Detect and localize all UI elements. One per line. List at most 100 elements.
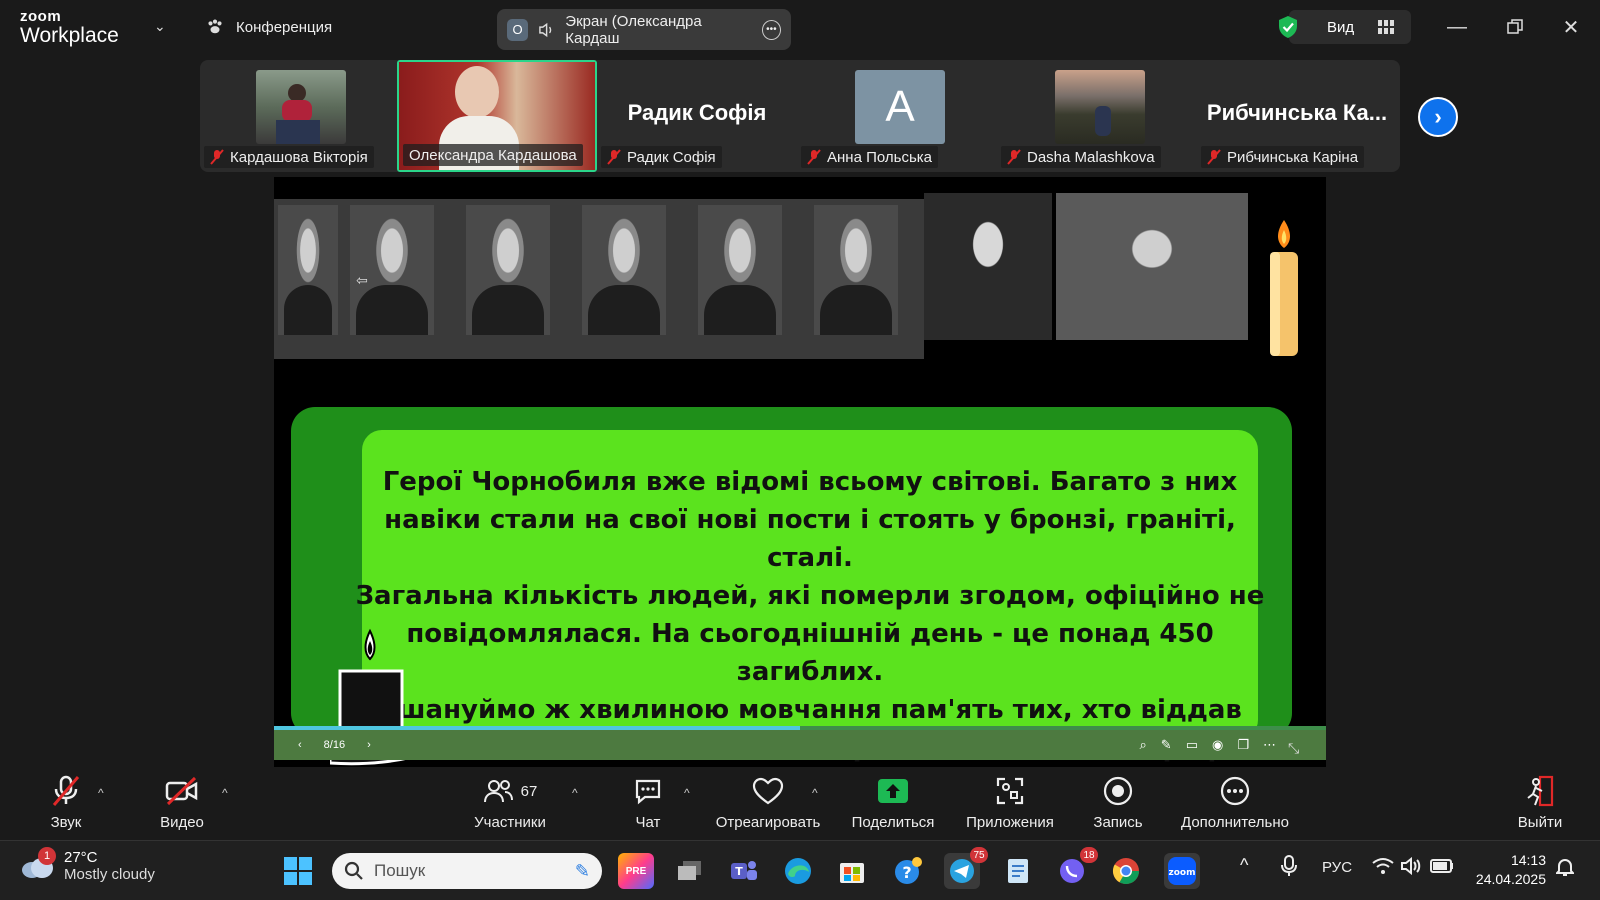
participant-tile-active[interactable]: Олександра Кардашова (397, 60, 597, 172)
more-dots-icon[interactable]: ••• (761, 19, 781, 40)
volume-icon[interactable] (1400, 856, 1422, 879)
video-label: Видео (160, 814, 204, 831)
clock-time: 14:13 (1510, 852, 1546, 868)
share-label: Поделиться (851, 814, 935, 831)
more-button[interactable]: Дополнительно (1176, 774, 1294, 834)
slide-controls-bar: ‹ 8/16 › ⌕ ✎ ▭ ◉ ❐ ⋯ (274, 730, 1326, 760)
zoom-logo: zoom Workplace (20, 9, 119, 46)
share-button[interactable]: Поделиться (850, 774, 936, 834)
more-icon[interactable]: ⋯ (1263, 737, 1276, 753)
meeting-toolbar: Звук ^ Видео ^ 67 Участники ^ Чат ^ Отре… (0, 768, 1600, 840)
next-slide-icon[interactable]: › (367, 739, 371, 751)
participants-options-caret[interactable]: ^ (572, 786, 578, 800)
participant-tile[interactable]: A Анна Польська (797, 60, 997, 172)
zoom-icon[interactable]: ⌕ (1140, 737, 1147, 753)
wifi-icon[interactable] (1372, 857, 1394, 879)
avatar-letter: A (885, 82, 915, 131)
chat-options-caret[interactable]: ^ (684, 786, 690, 800)
mic-muted-icon (52, 775, 80, 806)
taskbar-clock[interactable]: 14:13 24.04.2025 (1472, 851, 1546, 889)
battery-icon[interactable] (1430, 859, 1454, 877)
leave-button[interactable]: Выйти (1512, 774, 1568, 834)
restore-icon[interactable] (1500, 14, 1530, 40)
react-options-caret[interactable]: ^ (812, 786, 818, 800)
edge-icon[interactable] (780, 853, 816, 889)
shield-check-icon (1279, 16, 1297, 38)
more-icon (1220, 776, 1250, 806)
ms-store-icon[interactable] (834, 853, 870, 889)
video-button[interactable]: Видео (156, 774, 208, 834)
chevron-down-icon[interactable]: ⌄ (154, 18, 166, 35)
record-button[interactable]: Запись (1090, 774, 1146, 834)
microphone-icon[interactable] (1281, 855, 1297, 881)
language-indicator[interactable]: РУС (1322, 859, 1352, 876)
apps-button[interactable]: Приложения (962, 774, 1058, 834)
slide-line: навіки стали на свої нові пости і стоять… (384, 505, 1236, 573)
share-title: Экран (Олександра Кардаш (565, 12, 702, 47)
participants-button[interactable]: 67 Участники (470, 774, 550, 834)
speaker-icon[interactable] (538, 21, 555, 39)
memorial-photo (1056, 193, 1248, 340)
participant-tile[interactable]: Рибчинська Ка... Рибчинська Каріна (1197, 60, 1397, 172)
telegram-badge: 75 (970, 847, 988, 863)
shared-screen: Герої Чорнобиля вже відомі всьому світов… (274, 177, 1326, 767)
next-page-button[interactable]: › (1418, 97, 1458, 137)
participant-name: Радик Софія (627, 148, 716, 166)
meeting-info-button[interactable]: Конференция (206, 18, 332, 36)
participant-tile[interactable]: Кардашова Вікторія (200, 60, 400, 172)
leave-label: Выйти (1517, 814, 1563, 831)
mic-muted-icon (807, 149, 821, 165)
notification-bell-icon[interactable] (1554, 857, 1576, 881)
participant-name-bar: Анна Польська (801, 146, 938, 168)
teams-icon[interactable]: T (726, 853, 762, 889)
sharer-avatar-badge: O (507, 18, 529, 41)
zoom-taskbar-icon[interactable]: zoom (1164, 853, 1200, 889)
audio-options-caret[interactable]: ^ (98, 786, 104, 800)
svg-text:zoom: zoom (1169, 868, 1196, 878)
zoom-window: zoom Workplace ⌄ Конференция O Экран (Ол… (0, 0, 1600, 900)
chrome-icon[interactable] (1108, 853, 1144, 889)
close-icon[interactable]: ✕ (1556, 14, 1586, 40)
svg-text:?: ? (902, 863, 911, 882)
viber-icon[interactable]: 18 (1054, 847, 1098, 889)
heart-icon (752, 777, 784, 805)
window-icon[interactable]: ❐ (1237, 737, 1249, 753)
subtitles-icon[interactable]: ▭ (1186, 737, 1198, 753)
participant-tile[interactable]: Dasha Malashkova (997, 60, 1197, 172)
memorial-photo (278, 205, 338, 335)
task-view-icon[interactable] (672, 853, 708, 889)
memorial-photo (466, 205, 550, 335)
audio-button[interactable]: Звук (44, 774, 88, 834)
leave-icon (1527, 775, 1554, 807)
minimize-icon[interactable]: — (1442, 14, 1472, 40)
avatar: A (855, 70, 945, 144)
screen-share-pill[interactable]: O Экран (Олександра Кардаш ••• (497, 9, 791, 50)
grid-icon (1378, 20, 1395, 34)
broadcast-icon[interactable]: ◉ (1212, 737, 1223, 753)
weather-temp: 27°C (64, 849, 98, 866)
apps-label: Приложения (966, 814, 1054, 831)
notepad-icon[interactable] (1000, 853, 1036, 889)
chat-button[interactable]: Чат (628, 774, 668, 834)
tray-expand-icon[interactable]: ^ (1240, 855, 1248, 876)
logo-top-text: zoom (20, 8, 62, 25)
react-button[interactable]: Отреагировать (714, 774, 822, 834)
help-icon[interactable]: ? (890, 853, 926, 889)
prev-slide-icon[interactable]: ‹ (298, 739, 302, 751)
mic-muted-icon (210, 149, 224, 165)
view-button[interactable]: Вид (1279, 10, 1411, 44)
participant-tile[interactable]: Радик Софія Радик Софія (597, 60, 797, 172)
burning-candle-icon (1270, 220, 1298, 356)
pen-icon[interactable]: ✎ (1161, 737, 1172, 753)
memorial-photo-strip (274, 199, 924, 359)
participant-video (1055, 70, 1145, 144)
chat-label: Чат (635, 814, 661, 831)
exit-fullscreen-icon[interactable]: ⤡ (1288, 740, 1299, 757)
participant-video (256, 70, 346, 144)
video-options-caret[interactable]: ^ (222, 786, 228, 800)
copilot-pre-icon[interactable]: PRE (618, 853, 654, 889)
taskbar-search[interactable]: Пошук ✎ (332, 853, 602, 889)
telegram-icon[interactable]: 75 (944, 847, 988, 889)
view-label: Вид (1327, 18, 1355, 36)
windows-start-icon[interactable] (280, 853, 316, 889)
